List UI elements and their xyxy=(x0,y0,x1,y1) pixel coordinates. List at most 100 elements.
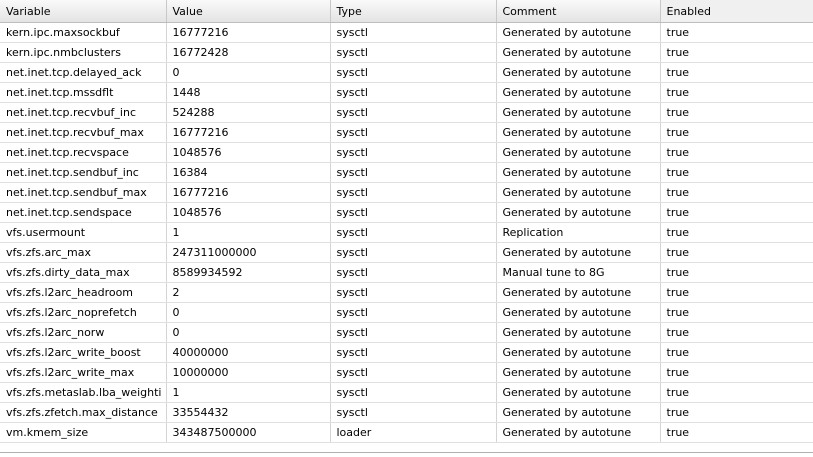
cell-enabled: true xyxy=(660,382,813,403)
table-row[interactable]: net.inet.tcp.recvbuf_inc 524288 sysctl Gene… xyxy=(0,102,813,123)
cell-enabled: true xyxy=(660,182,813,203)
cell-comment: Generated by autotune xyxy=(496,22,661,43)
cell-variable: net.inet.tcp.sendbuf_max xyxy=(0,182,167,203)
cell-type: sysctl xyxy=(330,142,497,163)
cell-variable: vfs.zfs.l2arc_write_max xyxy=(0,362,167,383)
cell-value: 1448 xyxy=(166,82,331,103)
table-row[interactable]: vfs.zfs.l2arc_headroom 2 sysctl Generated b… xyxy=(0,282,813,303)
table-row[interactable]: vm.kmem_size 343487500000 loader Generated … xyxy=(0,422,813,443)
cell-value: 16777216 xyxy=(166,182,331,203)
cell-comment: Generated by autotune xyxy=(496,122,661,143)
cell-value: 2 xyxy=(166,282,331,303)
cell-comment: Generated by autotune xyxy=(496,62,661,83)
table-row[interactable]: net.inet.tcp.mssdflt 1448 sysctl Generated … xyxy=(0,82,813,103)
cell-variable: vfs.zfs.l2arc_noprefetch xyxy=(0,302,167,323)
cell-comment: Generated by autotune xyxy=(496,102,661,123)
cell-type: sysctl xyxy=(330,42,497,63)
cell-variable: vfs.zfs.l2arc_write_boost xyxy=(0,342,167,363)
cell-comment: Generated by autotune xyxy=(496,382,661,403)
cell-value: 0 xyxy=(166,322,331,343)
cell-variable: net.inet.tcp.mssdflt xyxy=(0,82,167,103)
cell-value: 8589934592 xyxy=(166,262,331,283)
cell-comment: Generated by autotune xyxy=(496,162,661,183)
table-row[interactable]: net.inet.tcp.delayed_ack 0 sysctl Generated… xyxy=(0,62,813,83)
table-row[interactable]: net.inet.tcp.sendspace 1048576 sysctl Gener… xyxy=(0,202,813,223)
cell-value: 16777216 xyxy=(166,122,331,143)
column-header-type[interactable]: Type xyxy=(330,0,497,23)
cell-variable: net.inet.tcp.recvbuf_max xyxy=(0,122,167,143)
cell-enabled: true xyxy=(660,62,813,83)
cell-enabled: true xyxy=(660,42,813,63)
table-row[interactable]: vfs.zfs.dirty_data_max 8589934592 sysctl Ma… xyxy=(0,262,813,283)
cell-variable: vm.kmem_size xyxy=(0,422,167,443)
cell-variable: net.inet.tcp.sendbuf_inc xyxy=(0,162,167,183)
header-row: Variable Value Type Comment Enabled xyxy=(0,0,813,23)
tunables-table: Variable Value Type Comment Enabled kern… xyxy=(0,0,813,443)
cell-variable: vfs.zfs.dirty_data_max xyxy=(0,262,167,283)
table-row[interactable]: net.inet.tcp.sendbuf_inc 16384 sysctl Gener… xyxy=(0,162,813,183)
cell-value: 0 xyxy=(166,62,331,83)
cell-comment: Generated by autotune xyxy=(496,302,661,323)
table-row[interactable]: vfs.zfs.zfetch.max_distance 33554432 sysct… xyxy=(0,402,813,423)
table-row[interactable]: net.inet.tcp.recvbuf_max 16777216 sysctl Ge… xyxy=(0,122,813,143)
cell-enabled: true xyxy=(660,402,813,423)
cell-value: 1048576 xyxy=(166,142,331,163)
cell-variable: net.inet.tcp.recvspace xyxy=(0,142,167,163)
cell-type: sysctl xyxy=(330,342,497,363)
cell-type: sysctl xyxy=(330,22,497,43)
cell-enabled: true xyxy=(660,422,813,443)
cell-value: 1048576 xyxy=(166,202,331,223)
column-header-variable[interactable]: Variable xyxy=(0,0,167,23)
table-row[interactable]: net.inet.tcp.recvspace 1048576 sysctl Gener… xyxy=(0,142,813,163)
cell-enabled: true xyxy=(660,342,813,363)
cell-comment: Generated by autotune xyxy=(496,322,661,343)
cell-type: sysctl xyxy=(330,122,497,143)
table-row[interactable]: vfs.zfs.metaslab.lba_weighti 1 sysctl Gener… xyxy=(0,382,813,403)
column-header-comment[interactable]: Comment xyxy=(496,0,661,23)
cell-variable: vfs.zfs.l2arc_norw xyxy=(0,322,167,343)
table-row[interactable]: vfs.usermount 1 sysctl Replication true xyxy=(0,222,813,243)
cell-variable: vfs.zfs.l2arc_headroom xyxy=(0,282,167,303)
cell-variable: vfs.zfs.metaslab.lba_weighti xyxy=(0,382,167,403)
column-header-value[interactable]: Value xyxy=(166,0,331,23)
cell-enabled: true xyxy=(660,82,813,103)
table-row[interactable]: vfs.zfs.arc_max 247311000000 sysctl Generat… xyxy=(0,242,813,263)
cell-enabled: true xyxy=(660,362,813,383)
cell-comment: Generated by autotune xyxy=(496,402,661,423)
table-row[interactable]: net.inet.tcp.sendbuf_max 16777216 sysctl Ge… xyxy=(0,182,813,203)
cell-comment: Manual tune to 8G xyxy=(496,262,661,283)
cell-type: sysctl xyxy=(330,282,497,303)
cell-enabled: true xyxy=(660,282,813,303)
table-row[interactable]: kern.ipc.nmbclusters 16772428 sysctl Genera… xyxy=(0,42,813,63)
cell-value: 0 xyxy=(166,302,331,323)
cell-value: 10000000 xyxy=(166,362,331,383)
cell-comment: Generated by autotune xyxy=(496,242,661,263)
cell-type: sysctl xyxy=(330,402,497,423)
cell-type: sysctl xyxy=(330,362,497,383)
cell-enabled: true xyxy=(660,142,813,163)
table-row[interactable]: vfs.zfs.l2arc_norw 0 sysctl Generated by au… xyxy=(0,322,813,343)
cell-enabled: true xyxy=(660,102,813,123)
cell-comment: Generated by autotune xyxy=(496,42,661,63)
cell-variable: vfs.zfs.arc_max xyxy=(0,242,167,263)
cell-value: 1 xyxy=(166,222,331,243)
column-header-enabled[interactable]: Enabled xyxy=(660,0,813,23)
tunables-grid: Variable Value Type Comment Enabled kern… xyxy=(0,0,813,457)
table-row[interactable]: kern.ipc.maxsockbuf 16777216 sysctl Generat… xyxy=(0,22,813,43)
cell-value: 343487500000 xyxy=(166,422,331,443)
table-row[interactable]: vfs.zfs.l2arc_noprefetch 0 sysctl Generated… xyxy=(0,302,813,323)
cell-value: 1 xyxy=(166,382,331,403)
cell-enabled: true xyxy=(660,222,813,243)
cell-enabled: true xyxy=(660,122,813,143)
cell-comment: Generated by autotune xyxy=(496,82,661,103)
table-row[interactable]: vfs.zfs.l2arc_write_max 10000000 sysctl Gen… xyxy=(0,362,813,383)
cell-type: sysctl xyxy=(330,102,497,123)
cell-type: sysctl xyxy=(330,222,497,243)
cell-enabled: true xyxy=(660,262,813,283)
cell-comment: Generated by autotune xyxy=(496,342,661,363)
cell-comment: Replication xyxy=(496,222,661,243)
table-row[interactable]: vfs.zfs.l2arc_write_boost 40000000 sysctl G… xyxy=(0,342,813,363)
cell-variable: vfs.usermount xyxy=(0,222,167,243)
cell-enabled: true xyxy=(660,22,813,43)
cell-type: sysctl xyxy=(330,182,497,203)
